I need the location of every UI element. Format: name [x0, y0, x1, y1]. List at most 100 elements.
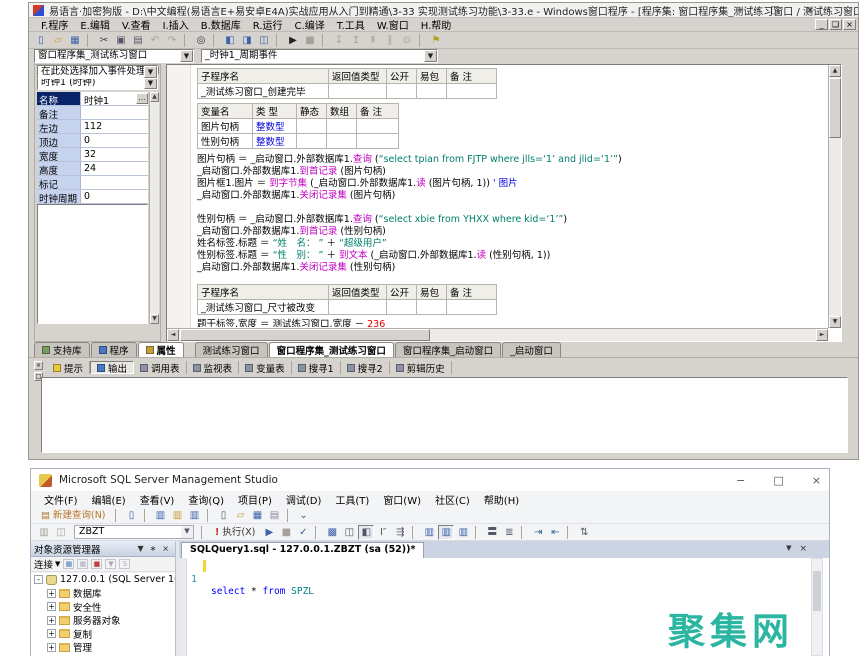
results-file-button[interactable]: ⇶: [392, 525, 408, 540]
uncomment-button[interactable]: ≣: [501, 525, 517, 540]
redo-button[interactable]: ↷: [164, 33, 180, 48]
code-line[interactable]: [197, 202, 827, 214]
undo-button[interactable]: ↶: [147, 33, 163, 48]
menu-item[interactable]: F.程序: [35, 17, 74, 32]
code-line[interactable]: _启动窗口.外部数据库1.关闭记录集 (性别句柄): [197, 262, 827, 274]
open-button[interactable]: ▱: [233, 508, 249, 523]
property-value[interactable]: 24: [81, 162, 148, 175]
minimize-icon[interactable]: −: [736, 5, 744, 16]
scripts-button[interactable]: S: [119, 559, 130, 569]
tree-expander-icon[interactable]: +: [47, 629, 56, 638]
code-line[interactable]: select * from SPZL: [211, 586, 314, 598]
debug-button[interactable]: ▶: [261, 525, 277, 540]
output-tab-变量表[interactable]: 变量表: [239, 361, 292, 374]
open-button[interactable]: ▱: [50, 33, 66, 48]
layout-left-button[interactable]: ◧: [222, 33, 238, 48]
menu-item[interactable]: C.编译: [289, 17, 331, 32]
minimize-icon[interactable]: −: [736, 474, 745, 487]
table-row[interactable]: _测试练习窗口_创建完毕: [198, 84, 497, 99]
add-event-combo[interactable]: 在此处选择加入事件处理子程序 ▼: [37, 65, 158, 79]
close-icon[interactable]: ×: [159, 544, 172, 553]
change-db-button[interactable]: ◫: [53, 525, 69, 540]
menu-item[interactable]: 帮助(H): [477, 492, 526, 507]
db-3-button[interactable]: ▥: [187, 508, 203, 523]
code-line[interactable]: 图片框1.图片 ＝ 到字节集 (_启动窗口.外部数据库1.读 (图片句柄, 1)…: [197, 178, 827, 190]
comment-button[interactable]: 〓: [484, 525, 500, 540]
show-plan-button[interactable]: ▥: [36, 525, 52, 540]
property-row-顶边[interactable]: 顶边0: [37, 134, 148, 148]
property-row-左边[interactable]: 左边112: [37, 120, 148, 134]
output-tab-监视表[interactable]: 监视表: [187, 361, 240, 374]
cut-button[interactable]: ✂: [96, 33, 112, 48]
output-tab-输出[interactable]: 输出: [90, 361, 134, 374]
database-combo[interactable]: ZBZT ▼: [74, 525, 194, 539]
tree-item-127.0.0.1 (SQL Server 10.50.1600[interactable]: -127.0.0.1 (SQL Server 10.50.1600: [31, 573, 175, 587]
tree-expander-icon[interactable]: -: [34, 575, 43, 584]
output-tab-调用表[interactable]: 调用表: [134, 361, 187, 374]
scroll-left-icon[interactable]: ◄: [167, 329, 179, 341]
window-set-combo[interactable]: 窗口程序集_测试练习窗口 ▼: [34, 49, 194, 63]
pin-icon[interactable]: ∗: [147, 544, 160, 553]
tree-expander-icon[interactable]: +: [47, 602, 56, 611]
save-button[interactable]: ▦: [67, 33, 83, 48]
menu-item[interactable]: 查询(Q): [181, 492, 231, 507]
step-over-button[interactable]: ↥: [348, 33, 364, 48]
copy-db-1-button[interactable]: ▥: [421, 525, 437, 540]
tree-item-复制[interactable]: +复制: [31, 627, 175, 641]
tree-expander-icon[interactable]: +: [47, 643, 56, 652]
mdi-minimize-icon[interactable]: _: [815, 19, 828, 30]
sql-code[interactable]: select * from SPZL: [211, 586, 314, 598]
layout-full-button[interactable]: ◫: [256, 33, 272, 48]
menu-item[interactable]: W.窗口: [371, 17, 415, 32]
scroll-thumb[interactable]: [813, 571, 821, 611]
code-vertical-scrollbar[interactable]: ▲ ▼: [828, 65, 841, 328]
save-button[interactable]: ▦: [250, 508, 266, 523]
disconnect-button[interactable]: ▦: [77, 559, 88, 569]
results-grid-button[interactable]: I″: [375, 525, 391, 540]
new-query-button[interactable]: ▤ 新建查询(N): [36, 508, 111, 523]
close-icon[interactable]: ×: [799, 544, 807, 554]
breakpoint-button[interactable]: ⊙: [399, 33, 415, 48]
chevron-down-icon[interactable]: ▼: [786, 544, 791, 554]
output-content[interactable]: [41, 377, 848, 453]
tab-测试练习窗口[interactable]: 测试练习窗口: [195, 342, 268, 357]
close-icon[interactable]: ×: [806, 5, 814, 16]
step-into-button[interactable]: ↧: [331, 33, 347, 48]
property-row-高度[interactable]: 高度24: [37, 162, 148, 176]
tree-item-服务器对象[interactable]: +服务器对象: [31, 614, 175, 628]
table-row[interactable]: 性别句柄整数型: [198, 134, 399, 149]
outdent-button[interactable]: ⇤: [547, 525, 563, 540]
menu-item[interactable]: 项目(P): [231, 492, 279, 507]
tab-_启动窗口[interactable]: _启动窗口: [502, 342, 561, 357]
tree-expander-icon[interactable]: +: [47, 589, 56, 598]
tab-窗口程序集_启动窗口[interactable]: 窗口程序集_启动窗口: [395, 342, 501, 357]
menu-item[interactable]: 工具(T): [328, 492, 376, 507]
tree-expander-icon[interactable]: +: [47, 616, 56, 625]
tab-支持库[interactable]: 支持库: [34, 342, 90, 357]
scroll-thumb[interactable]: [180, 329, 430, 341]
sql-query-tab[interactable]: SQLQuery1.sql - 127.0.0.1.ZBZT (sa (52))…: [181, 542, 424, 558]
menu-item[interactable]: 文件(F): [37, 492, 85, 507]
overflow-button[interactable]: ⌄: [296, 508, 312, 523]
scroll-up-icon[interactable]: ▲: [829, 65, 841, 77]
code-line[interactable]: 性别句柄 ＝ _启动窗口.外部数据库1.查询 (“select xbie fro…: [197, 214, 827, 226]
results-text-button[interactable]: ◧: [358, 525, 374, 540]
tree-item-安全性[interactable]: +安全性: [31, 600, 175, 614]
find-button[interactable]: ◎: [193, 33, 209, 48]
indent-button[interactable]: ⇥: [530, 525, 546, 540]
code-horizontal-scrollbar[interactable]: ◄ ►: [167, 328, 828, 341]
property-row-名称[interactable]: 名称时钟1…: [37, 92, 148, 106]
menu-item[interactable]: 编辑(E): [85, 492, 133, 507]
tree-item-数据库[interactable]: +数据库: [31, 587, 175, 601]
code-line[interactable]: 图片句柄 ＝ _启动窗口.外部数据库1.查询 (“select tpian fr…: [197, 154, 827, 166]
parse-button[interactable]: ✓: [295, 525, 311, 540]
scroll-down-icon[interactable]: ▼: [829, 316, 841, 328]
property-value[interactable]: 时钟1: [81, 92, 136, 105]
file-button[interactable]: ▯: [216, 508, 232, 523]
table-row[interactable]: 图片句柄整数型: [198, 119, 399, 134]
copy-button[interactable]: ▣: [113, 33, 129, 48]
output-tab-提示[interactable]: 提示: [47, 361, 90, 374]
property-value[interactable]: 32: [81, 148, 148, 161]
property-more-button[interactable]: …: [136, 93, 148, 104]
scroll-up-icon[interactable]: ▲: [150, 92, 159, 102]
